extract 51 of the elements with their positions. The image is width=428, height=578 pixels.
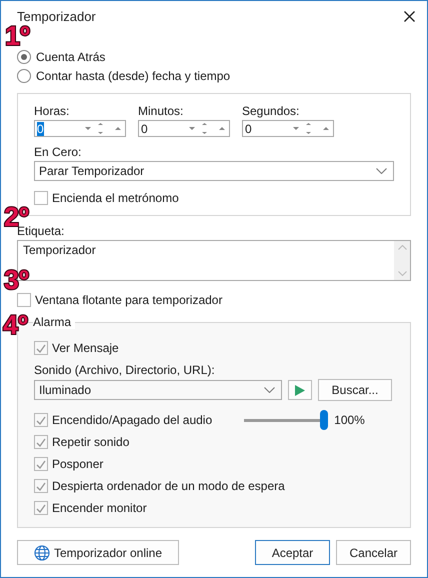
window-title: Temporizador: [17, 8, 96, 24]
number-field[interactable]: 0: [242, 120, 334, 137]
checkbox[interactable]: [34, 457, 48, 471]
radio-button[interactable]: [17, 50, 31, 64]
field-label: Segundos:: [242, 104, 300, 118]
annotation-number: 1º: [5, 23, 30, 50]
checkbox-label: Repetir sonido: [52, 435, 130, 449]
scroll-down-icon[interactable]: [398, 271, 406, 276]
number-field[interactable]: 0: [34, 120, 126, 137]
field-label: Sonido (Archivo, Directorio, URL):: [34, 363, 216, 377]
checkbox-label: Posponer: [52, 457, 104, 471]
spin-arrows-icon[interactable]: [291, 123, 331, 134]
field-label: Minutos:: [138, 104, 184, 118]
dropdown[interactable]: Iluminado: [34, 380, 282, 400]
close-icon[interactable]: [404, 10, 415, 22]
annotation-number: 4º: [3, 312, 28, 339]
spin-arrows-icon[interactable]: [187, 123, 227, 134]
checkbox[interactable]: [17, 293, 31, 307]
checkbox-label: Encender monitor: [52, 501, 147, 515]
checkbox[interactable]: [34, 341, 48, 355]
checkbox-label: Ver Mensaje: [52, 341, 119, 355]
dropdown-caret-icon[interactable]: [264, 387, 275, 393]
checkbox-label: Ventana flotante para temporizador: [35, 293, 222, 307]
scroll-up-icon[interactable]: [398, 245, 406, 250]
checkbox-label: Encienda el metrónomo: [52, 191, 179, 205]
volume-reading: 100%: [334, 413, 365, 427]
accept-button[interactable]: Aceptar: [255, 540, 330, 565]
checkbox[interactable]: [34, 479, 48, 493]
radio-label: Cuenta Atrás: [36, 50, 106, 64]
play-button[interactable]: [288, 380, 312, 400]
radio-label: Contar hasta (desde) fecha y tiempo: [36, 68, 230, 82]
checkbox[interactable]: [34, 191, 48, 205]
checkbox[interactable]: [34, 413, 48, 427]
checkbox[interactable]: [34, 435, 48, 449]
dropdown[interactable]: Parar Temporizador: [34, 161, 394, 181]
group-title: Alarma: [33, 315, 76, 329]
online-timer-button[interactable]: Temporizador online: [17, 540, 179, 565]
checkbox-label: Encendido/Apagado del audio: [52, 413, 212, 427]
slider-thumb[interactable]: [320, 410, 328, 430]
globe-icon: [34, 544, 50, 560]
field-label: En Cero:: [34, 145, 82, 159]
browse-button[interactable]: Buscar...: [318, 379, 392, 401]
radio-button[interactable]: [17, 68, 31, 82]
field-label: Horas:: [34, 104, 70, 118]
checkbox-label: Despierta ordenador de un modo de espera: [52, 479, 285, 493]
spin-arrows-icon[interactable]: [83, 123, 123, 134]
cancel-button[interactable]: Cancelar: [336, 540, 411, 565]
checkbox[interactable]: [34, 501, 48, 515]
dropdown-caret-icon[interactable]: [376, 168, 387, 174]
play-icon: [295, 384, 305, 396]
number-field[interactable]: 0: [138, 120, 230, 137]
